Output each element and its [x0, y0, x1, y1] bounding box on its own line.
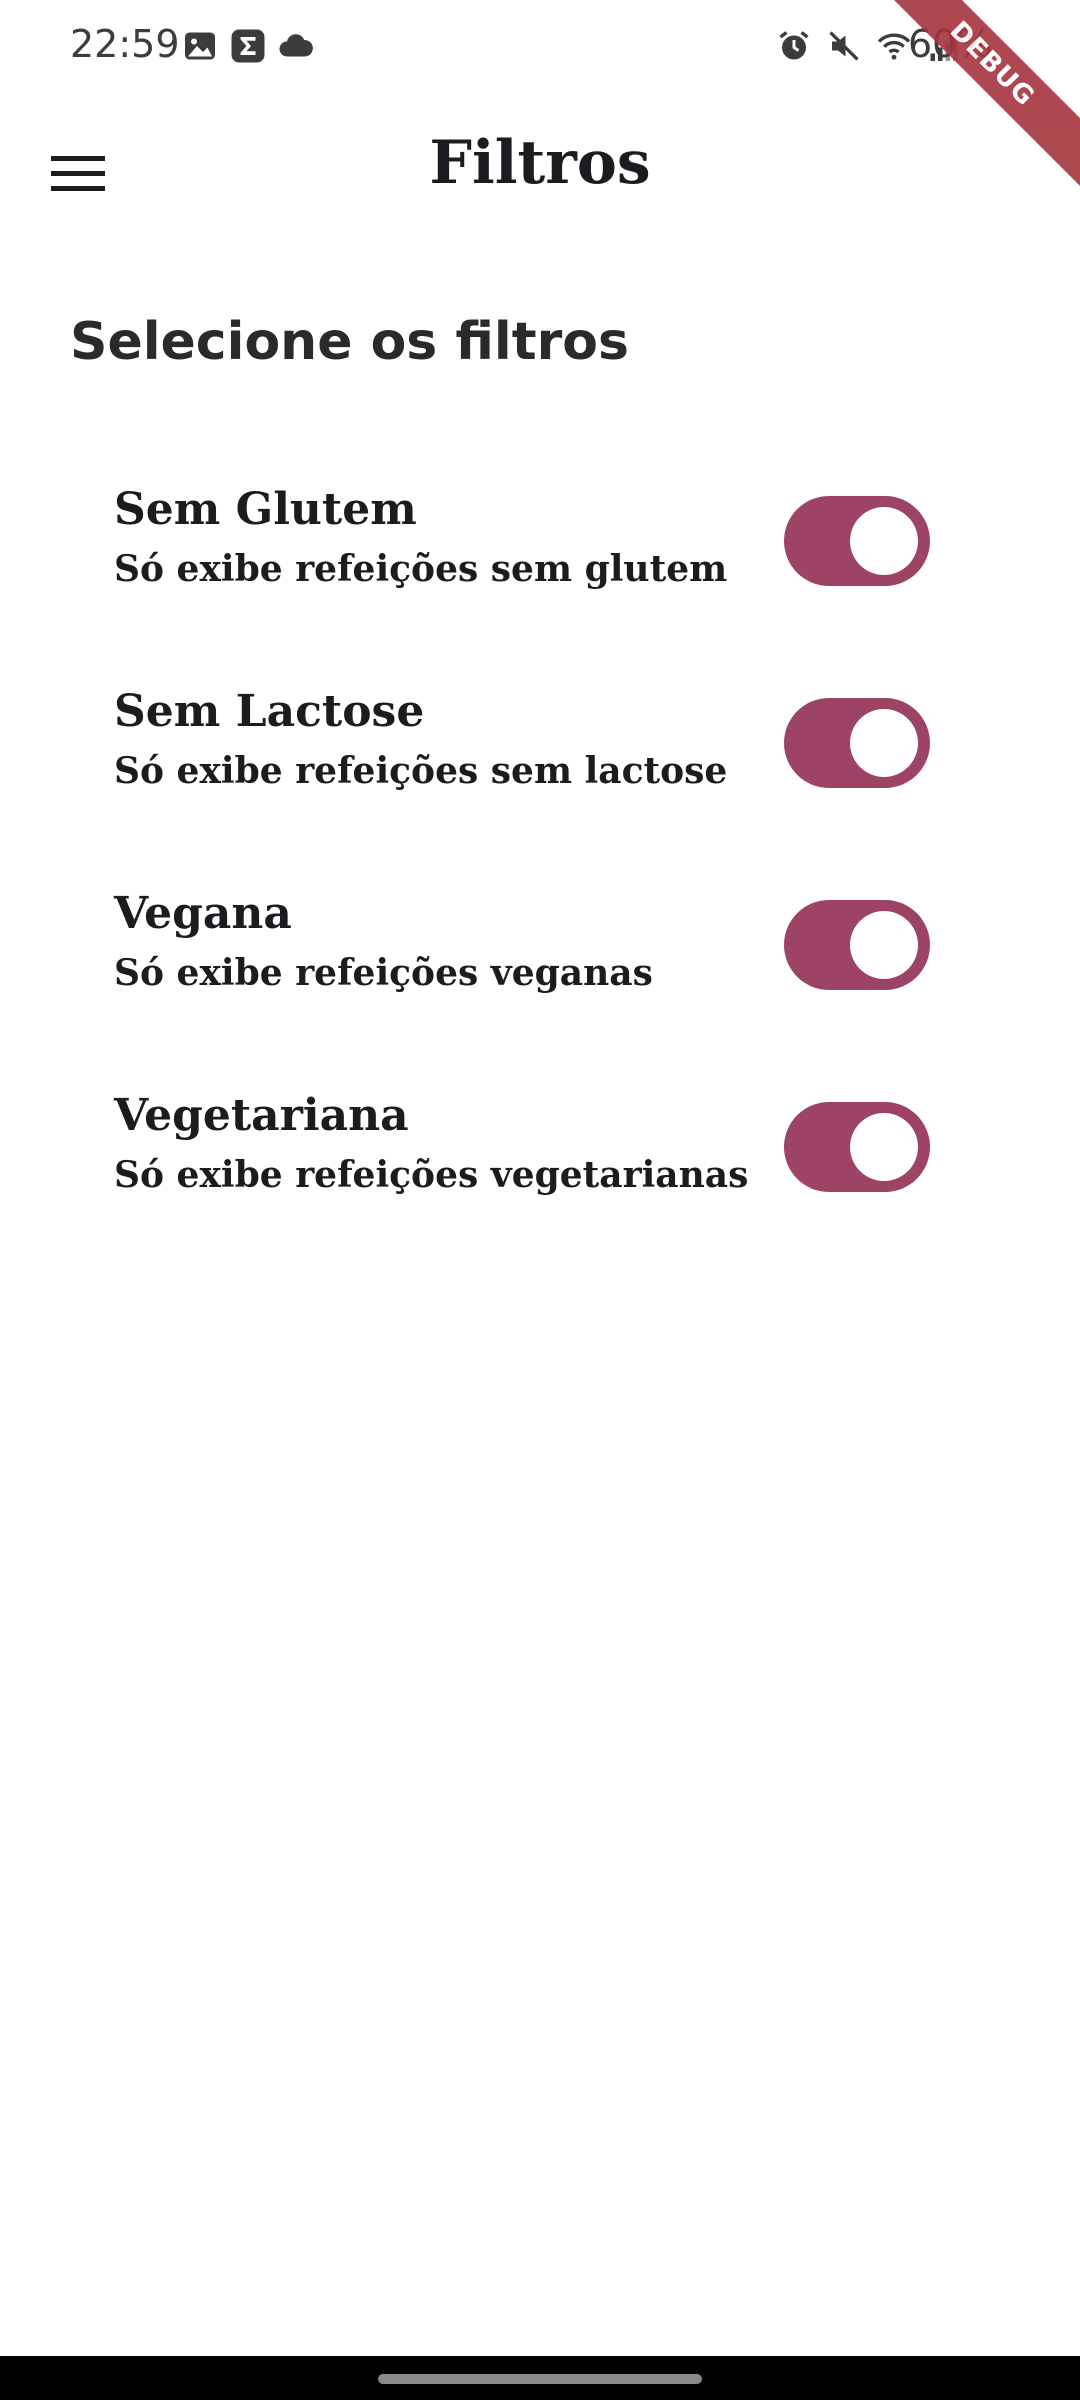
app-bar: Filtros — [0, 96, 1080, 250]
filter-subtitle: Só exibe refeições sem glutem — [114, 548, 728, 590]
system-navigation-bar — [0, 2356, 1080, 2400]
status-time: 22:59 — [70, 22, 180, 66]
gallery-icon — [182, 28, 218, 64]
filter-item-vegana[interactable]: Vegana Só exibe refeições veganas — [0, 860, 1080, 1062]
vegana-switch[interactable] — [784, 900, 930, 990]
filter-subtitle: Só exibe refeições vegetarianas — [114, 1154, 749, 1196]
filter-item-vegetariana[interactable]: Vegetariana Só exibe refeições vegetaria… — [0, 1062, 1080, 1264]
sem-glutem-switch[interactable] — [784, 496, 930, 586]
wifi-icon — [876, 28, 912, 64]
filter-title: Vegana — [114, 888, 292, 939]
switch-thumb — [850, 709, 918, 777]
vegetariana-switch[interactable] — [784, 1102, 930, 1192]
filter-title: Sem Lactose — [114, 686, 425, 737]
mute-icon — [826, 28, 862, 64]
filter-title: Vegetariana — [114, 1090, 409, 1141]
sigma-icon — [230, 28, 266, 64]
filter-list: Sem Glutem Só exibe refeições sem glutem… — [0, 456, 1080, 1264]
page-title: Filtros — [429, 128, 651, 198]
sem-lactose-switch[interactable] — [784, 698, 930, 788]
filter-item-sem-glutem[interactable]: Sem Glutem Só exibe refeições sem glutem — [0, 456, 1080, 658]
filter-subtitle: Só exibe refeições veganas — [114, 952, 653, 994]
filter-text: Sem Glutem Só exibe refeições sem glutem — [114, 480, 727, 598]
status-notification-icons — [182, 28, 314, 64]
filter-item-sem-lactose[interactable]: Sem Lactose Só exibe refeições sem lacto… — [0, 658, 1080, 860]
filter-text: Vegetariana Só exibe refeições vegetaria… — [114, 1086, 748, 1204]
cloud-icon — [278, 28, 314, 64]
switch-thumb — [850, 1113, 918, 1181]
switch-thumb — [850, 911, 918, 979]
section-heading: Selecione os filtros — [70, 312, 629, 372]
home-gesture-handle[interactable] — [378, 2374, 702, 2384]
switch-thumb — [850, 507, 918, 575]
filter-text: Sem Lactose Só exibe refeições sem lacto… — [114, 682, 727, 800]
alarm-icon — [776, 28, 812, 64]
filter-subtitle: Só exibe refeições sem lactose — [114, 750, 728, 792]
filter-title: Sem Glutem — [114, 484, 417, 535]
filter-text: Vegana Só exibe refeições veganas — [114, 884, 653, 1002]
